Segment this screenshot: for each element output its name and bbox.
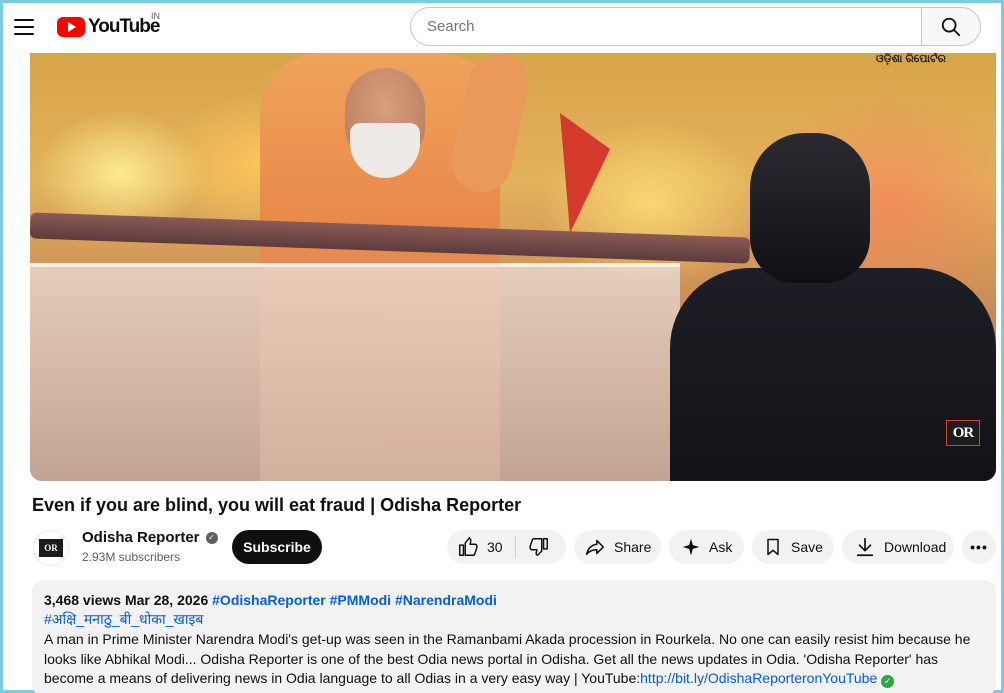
save-button[interactable]: Save — [752, 530, 834, 564]
region-code: IN — [151, 11, 160, 21]
description-box[interactable]: 3,468 views Mar 28, 2026 #OdishaReporter… — [32, 580, 996, 693]
description-body: A man in Prime Minister Narendra Modi's … — [44, 630, 984, 689]
channel-name: Odisha Reporter — [82, 529, 200, 546]
more-icon: ••• — [970, 539, 988, 555]
video-title: Even if you are blind, you will eat frau… — [32, 495, 522, 515]
verified-icon: ✓ — [205, 531, 218, 544]
youtube-play-icon — [57, 17, 85, 37]
description-meta: 3,468 views Mar 28, 2026 #OdishaReporter… — [44, 591, 984, 609]
search-icon — [941, 17, 961, 36]
logo-text: YouTube — [88, 16, 160, 37]
share-button[interactable]: Share — [574, 530, 661, 564]
search-input[interactable] — [427, 18, 906, 35]
more-actions-button[interactable]: ••• — [962, 530, 996, 564]
video-scene-glass — [30, 263, 680, 481]
verified-check-icon: ✓ — [881, 675, 895, 688]
video-overlay-text: ଓଡ଼ିଶା ରିପୋର୍ଟର — [875, 53, 946, 65]
like-count: 30 — [487, 539, 503, 555]
channel-avatar[interactable]: OR — [33, 530, 69, 566]
save-label: Save — [791, 539, 823, 555]
sparkle-icon — [682, 538, 700, 556]
menu-icon[interactable] — [13, 16, 35, 38]
video-player[interactable]: ଓଡ଼ିଶା ରିପୋର୍ଟର OR — [30, 53, 996, 481]
hashtag-link[interactable]: #OdishaReporter — [212, 592, 326, 608]
thumbs-down-icon — [529, 538, 548, 556]
dislike-button[interactable] — [516, 530, 550, 564]
subscriber-count: 2.93M subscribers — [82, 550, 181, 564]
youtube-logo[interactable]: YouTube IN — [57, 11, 160, 39]
top-bar: YouTube IN — [3, 3, 1001, 53]
channel-name-link[interactable]: Odisha Reporter ✓ — [82, 529, 218, 546]
upload-date: Mar 28, 2026 — [124, 592, 209, 608]
youtube-channel-link[interactable]: http://bit.ly/OdishaReporteronYouTube — [640, 670, 877, 686]
bookmark-icon — [767, 538, 779, 556]
video-scene-guard-head — [750, 133, 870, 283]
search-button[interactable] — [921, 7, 981, 46]
search-field[interactable] — [410, 7, 922, 46]
hashtag-link-hindi[interactable]: #अक्षि_मनाठु_बी_धोका_खाइब — [44, 611, 203, 627]
hashtag-link[interactable]: #PMModi — [330, 592, 391, 608]
hashtag-link[interactable]: #NarendraModi — [395, 592, 497, 608]
like-button[interactable]: 30 — [447, 530, 503, 564]
watermark-logo: OR — [946, 420, 980, 446]
ask-label: Ask — [709, 539, 733, 555]
download-label: Download — [884, 539, 947, 555]
ask-button[interactable]: Ask — [669, 530, 744, 564]
share-label: Share — [614, 539, 652, 555]
subscribe-button[interactable]: Subscribe — [232, 530, 322, 564]
thumbs-up-icon — [459, 537, 478, 556]
video-scene-flag — [560, 113, 610, 233]
share-icon — [585, 539, 605, 556]
like-dislike-group: 30 — [447, 530, 566, 564]
download-button[interactable]: Download — [842, 530, 954, 564]
view-count: 3,468 views — [44, 592, 122, 608]
channel-watermark[interactable]: OR — [945, 420, 981, 460]
download-icon — [856, 537, 874, 557]
avatar-logo: OR — [39, 539, 63, 557]
